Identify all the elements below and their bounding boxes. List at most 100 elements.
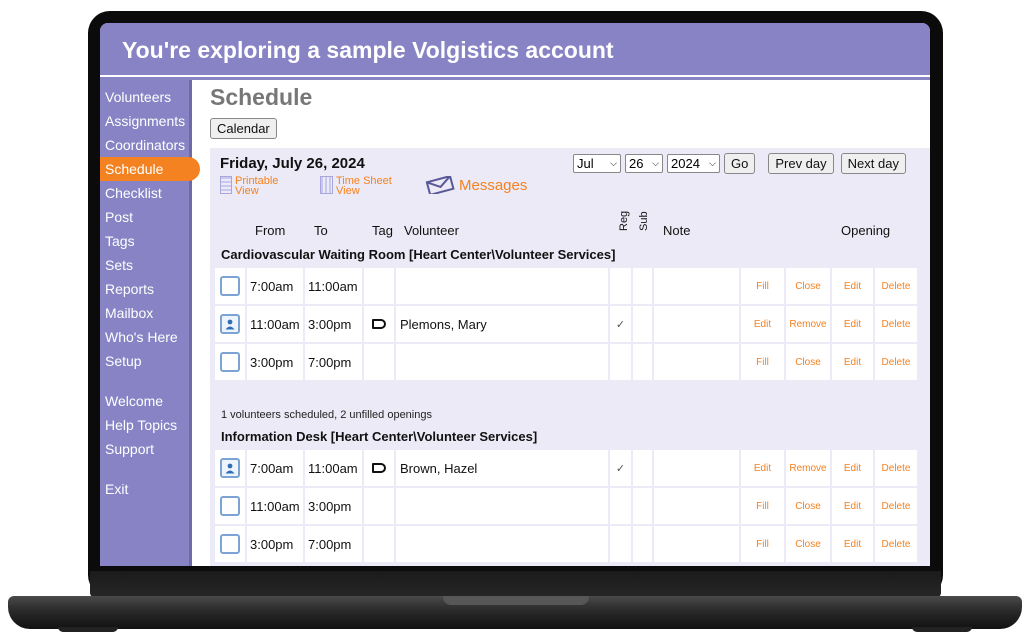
fill-slot-link[interactable]: Fill bbox=[741, 344, 784, 380]
day-select[interactable]: 26 ⌵ bbox=[625, 154, 663, 173]
table-row: 11:00am 3:00pm Plemons, Mary ✓ Edit Remo… bbox=[215, 306, 917, 342]
note-cell bbox=[654, 306, 739, 342]
remove-slot-link[interactable]: Remove bbox=[786, 450, 830, 486]
remove-slot-link[interactable]: Remove bbox=[786, 306, 830, 342]
delete-opening-link[interactable]: Delete bbox=[875, 450, 917, 486]
assigned-volunteer-icon[interactable] bbox=[220, 458, 240, 478]
timesheet-view-link[interactable]: Time Sheet View bbox=[320, 176, 392, 197]
fill-slot-link[interactable]: Fill bbox=[741, 488, 784, 524]
edit-opening-link[interactable]: Edit bbox=[832, 268, 873, 304]
close-slot-link[interactable]: Close bbox=[786, 488, 830, 524]
from-time: 3:00pm bbox=[247, 526, 303, 562]
go-button[interactable]: Go bbox=[724, 153, 756, 174]
note-cell bbox=[654, 268, 739, 304]
month-select[interactable]: Jul ⌵ bbox=[573, 154, 621, 173]
chevron-down-icon: ⌵ bbox=[652, 158, 659, 168]
column-header-note: Note bbox=[663, 223, 691, 238]
tag-cell bbox=[364, 306, 394, 342]
messages-label: Messages bbox=[459, 176, 528, 194]
sidebar-item-exit[interactable]: Exit bbox=[100, 477, 189, 501]
sub-cell bbox=[633, 306, 652, 342]
sidebar-item-setup[interactable]: Setup bbox=[100, 349, 189, 373]
calendar-button[interactable]: Calendar bbox=[210, 118, 277, 139]
schedule-panel: Friday, July 26, 2024 Printable View Time… bbox=[210, 148, 930, 566]
column-header-from: From bbox=[255, 223, 286, 238]
sidebar-item-whos-here[interactable]: Who's Here bbox=[100, 325, 189, 349]
table-row: 7:00am 11:00am Brown, Hazel ✓ Edit Remov… bbox=[215, 450, 917, 486]
sidebar-item-reports[interactable]: Reports bbox=[100, 277, 189, 301]
volunteer-name bbox=[396, 344, 608, 380]
close-slot-link[interactable]: Close bbox=[786, 268, 830, 304]
fill-slot-link[interactable]: Fill bbox=[741, 268, 784, 304]
volunteer-name bbox=[396, 526, 608, 562]
close-slot-link[interactable]: Close bbox=[786, 526, 830, 562]
tag-cell bbox=[364, 268, 394, 304]
edit-opening-link[interactable]: Edit bbox=[832, 488, 873, 524]
open-slot-checkbox[interactable] bbox=[220, 276, 240, 296]
from-time: 11:00am bbox=[247, 488, 303, 524]
edit-opening-link[interactable]: Edit bbox=[832, 526, 873, 562]
column-header-volunteer: Volunteer bbox=[404, 223, 459, 238]
tag-cell bbox=[364, 488, 394, 524]
open-slot-checkbox[interactable] bbox=[220, 352, 240, 372]
delete-opening-link[interactable]: Delete bbox=[875, 306, 917, 342]
sidebar-item-schedule[interactable]: Schedule bbox=[100, 157, 200, 181]
delete-opening-link[interactable]: Delete bbox=[875, 344, 917, 380]
column-header-reg: Reg bbox=[618, 210, 630, 231]
open-slot-checkbox[interactable] bbox=[220, 534, 240, 554]
view-label: View bbox=[336, 185, 360, 197]
table-row: 3:00pm 7:00pm Fill Close Edit Delete bbox=[215, 526, 917, 562]
delete-opening-link[interactable]: Delete bbox=[875, 488, 917, 524]
tag-cell bbox=[364, 344, 394, 380]
sidebar: Volunteers Assignments Coordinators Sche… bbox=[100, 80, 200, 566]
prev-day-button[interactable]: Prev day bbox=[768, 153, 834, 174]
sidebar-item-mailbox[interactable]: Mailbox bbox=[100, 301, 189, 325]
edit-slot-link[interactable]: Edit bbox=[741, 306, 784, 342]
sub-cell bbox=[633, 526, 652, 562]
messages-link[interactable]: Messages bbox=[425, 176, 527, 194]
sidebar-item-welcome[interactable]: Welcome bbox=[100, 389, 189, 413]
table-row: 3:00pm 7:00pm Fill Close Edit Delete bbox=[215, 344, 917, 380]
column-header-opening: Opening bbox=[841, 223, 891, 238]
year-select[interactable]: 2024 ⌵ bbox=[667, 154, 720, 173]
sidebar-item-assignments[interactable]: Assignments bbox=[100, 109, 189, 133]
slot-status-cell bbox=[215, 344, 245, 380]
open-slot-checkbox[interactable] bbox=[220, 496, 240, 516]
close-slot-link[interactable]: Close bbox=[786, 344, 830, 380]
sidebar-item-volunteers[interactable]: Volunteers bbox=[100, 85, 189, 109]
tag-cell bbox=[364, 450, 394, 486]
edit-opening-link[interactable]: Edit bbox=[832, 450, 873, 486]
sidebar-item-tags[interactable]: Tags bbox=[100, 229, 189, 253]
reg-check bbox=[610, 526, 631, 562]
sidebar-item-post[interactable]: Post bbox=[100, 205, 189, 229]
sidebar-item-coordinators[interactable]: Coordinators bbox=[100, 133, 189, 157]
fill-slot-link[interactable]: Fill bbox=[741, 526, 784, 562]
chevron-down-icon: ⌵ bbox=[709, 158, 716, 168]
reg-check bbox=[610, 488, 631, 524]
volunteer-name[interactable]: Plemons, Mary bbox=[396, 306, 608, 342]
edit-opening-link[interactable]: Edit bbox=[832, 306, 873, 342]
next-day-button[interactable]: Next day bbox=[840, 153, 906, 174]
main-content: Schedule Calendar Friday, July 26, 2024 … bbox=[195, 80, 930, 566]
sidebar-item-sets[interactable]: Sets bbox=[100, 253, 189, 277]
printable-view-link[interactable]: Printable View bbox=[220, 176, 278, 197]
envelope-icon bbox=[425, 176, 455, 194]
tag-icon[interactable] bbox=[372, 463, 386, 473]
assigned-volunteer-icon[interactable] bbox=[220, 314, 240, 334]
sidebar-item-support[interactable]: Support bbox=[100, 437, 189, 461]
volunteer-name[interactable]: Brown, Hazel bbox=[396, 450, 608, 486]
chevron-down-icon: ⌵ bbox=[610, 158, 617, 168]
sidebar-item-checklist[interactable]: Checklist bbox=[100, 181, 189, 205]
group-title: Cardiovascular Waiting Room [Heart Cente… bbox=[221, 247, 616, 262]
slot-status-cell bbox=[215, 526, 245, 562]
edit-opening-link[interactable]: Edit bbox=[832, 344, 873, 380]
from-time: 3:00pm bbox=[247, 344, 303, 380]
sub-cell bbox=[633, 450, 652, 486]
tag-icon[interactable] bbox=[372, 319, 386, 329]
sidebar-item-help-topics[interactable]: Help Topics bbox=[100, 413, 189, 437]
laptop-notch bbox=[443, 596, 589, 605]
delete-opening-link[interactable]: Delete bbox=[875, 526, 917, 562]
delete-opening-link[interactable]: Delete bbox=[875, 268, 917, 304]
tag-cell bbox=[364, 526, 394, 562]
edit-slot-link[interactable]: Edit bbox=[741, 450, 784, 486]
